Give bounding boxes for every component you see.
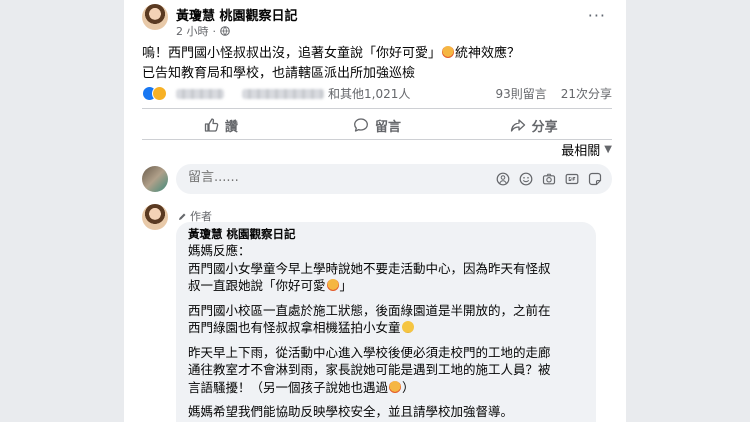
pencil-icon — [179, 213, 186, 220]
comment-composer — [142, 164, 612, 194]
emoji-icon[interactable] — [519, 171, 533, 186]
sticker-icon[interactable] — [588, 171, 602, 186]
comment-bubble-icon — [354, 118, 368, 132]
comment-sort-dropdown[interactable]: 最相關 ▼ — [561, 140, 612, 159]
page-name[interactable]: 黃瓊慧 桃園觀察日記 — [176, 5, 298, 24]
blurred-name — [242, 89, 324, 99]
reaction-others-count[interactable]: 和其他1,021人 — [328, 85, 410, 102]
post-time[interactable]: 2 小時 — [176, 23, 209, 39]
post-header: 黃瓊慧 桃園觀察日記 2 小時 · ··· — [142, 2, 612, 38]
comment-input[interactable] — [188, 170, 448, 185]
wow-reaction-icon[interactable] — [152, 86, 167, 101]
user-avatar[interactable] — [142, 166, 168, 192]
angry-emoji-icon — [389, 380, 402, 393]
comment-paragraph: 媽媽反應： 西門國小女學童今早上學時說她不要走活動中心，因為昨天有怪叔 叔一直跟… — [188, 243, 551, 293]
globe-icon — [220, 26, 230, 36]
comment-tools — [496, 171, 602, 186]
like-button[interactable]: 讚 — [142, 112, 299, 138]
reactions-summary: 和其他1,021人 93則留言 21次分享 — [142, 84, 612, 104]
comment-button[interactable]: 留言 — [299, 112, 456, 138]
comment-author-name[interactable]: 黃瓊慧 桃園觀察日記 — [188, 226, 296, 242]
post-card: 黃瓊慧 桃園觀察日記 2 小時 · ··· 嗚！西門國小怪叔叔出沒，追著女童說「… — [124, 0, 626, 422]
more-options-icon[interactable]: ··· — [588, 6, 606, 25]
comment-paragraph: 媽媽希望我們能協助反映學校安全，並且請學校加強督導。 — [188, 404, 514, 419]
angry-emoji-icon — [326, 279, 339, 291]
author-avatar[interactable] — [142, 204, 168, 230]
post-line-2: 已告知教育局和學校，也請轄區派出所加強巡檢 — [142, 66, 416, 81]
comment-paragraph: 西門國小校區一直處於施工狀態，後面綠園道是半開放的，之前在 西門綠園也有怪叔叔拿… — [188, 302, 551, 336]
share-button[interactable]: 分享 — [455, 112, 612, 138]
angry-emoji-icon — [442, 46, 455, 58]
camera-icon[interactable] — [542, 171, 556, 185]
comment-paragraph: 昨天早上下雨，從活動中心進入學校後便必須走校門的工地的走廊 通往教室才不會淋到雨… — [188, 344, 551, 395]
frowning-emoji-icon — [401, 321, 414, 333]
action-bar: 讚 留言 分享 — [142, 112, 612, 138]
gif-icon[interactable] — [565, 171, 579, 185]
post-meta: 2 小時 · — [176, 23, 230, 39]
share-arrow-icon — [510, 119, 525, 132]
post-line-1: 嗚！西門國小怪叔叔出沒，追著女童說「你好可愛」 統神效應？ — [142, 46, 521, 61]
comment-text: 媽媽反應： 西門國小女學童今早上學時說她不要走活動中心，因為昨天有怪叔 叔一直跟… — [188, 242, 588, 422]
comment-bubble: 黃瓊慧 桃園觀察日記 媽媽反應： 西門國小女學童今早上學時說她不要走活動中心，因… — [176, 222, 596, 422]
comments-count[interactable]: 93則留言 — [495, 85, 546, 102]
divider — [142, 108, 612, 109]
chevron-down-icon: ▼ — [604, 144, 612, 155]
avatar-sticker-icon[interactable] — [496, 171, 510, 186]
thumbs-up-icon — [204, 118, 219, 132]
engagement-counts: 93則留言 21次分享 — [495, 85, 612, 102]
comment-input-box[interactable] — [176, 164, 612, 194]
shares-count[interactable]: 21次分享 — [561, 85, 612, 102]
blurred-name — [176, 89, 224, 99]
post-body: 嗚！西門國小怪叔叔出沒，追著女童說「你好可愛」 統神效應？ 已告知教育局和學校，也… — [142, 44, 612, 84]
page-avatar[interactable] — [142, 4, 168, 30]
divider — [142, 139, 612, 140]
